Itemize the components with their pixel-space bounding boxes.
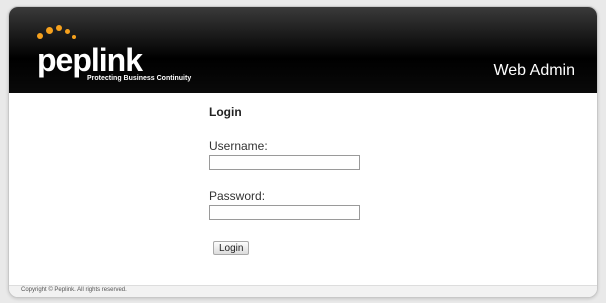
header-bar: peplink Protecting Business Continuity W… — [9, 7, 597, 93]
username-input[interactable] — [209, 155, 360, 170]
password-input[interactable] — [209, 205, 360, 220]
logo-tagline: Protecting Business Continuity — [87, 75, 192, 82]
copyright-text: Copyright © Peplink. All rights reserved… — [21, 287, 127, 293]
web-admin-title: Web Admin — [493, 62, 575, 79]
username-label: Username: — [209, 139, 268, 153]
footer-bar: Copyright © Peplink. All rights reserved… — [9, 285, 597, 297]
password-label: Password: — [209, 189, 266, 203]
logo-text: peplink — [37, 42, 143, 78]
peplink-logo: peplink Protecting Business Continuity — [37, 21, 237, 91]
browser-window: peplink Protecting Business Continuity W… — [8, 6, 598, 298]
login-button[interactable]: Login — [213, 241, 250, 255]
login-heading: Login — [209, 105, 242, 119]
